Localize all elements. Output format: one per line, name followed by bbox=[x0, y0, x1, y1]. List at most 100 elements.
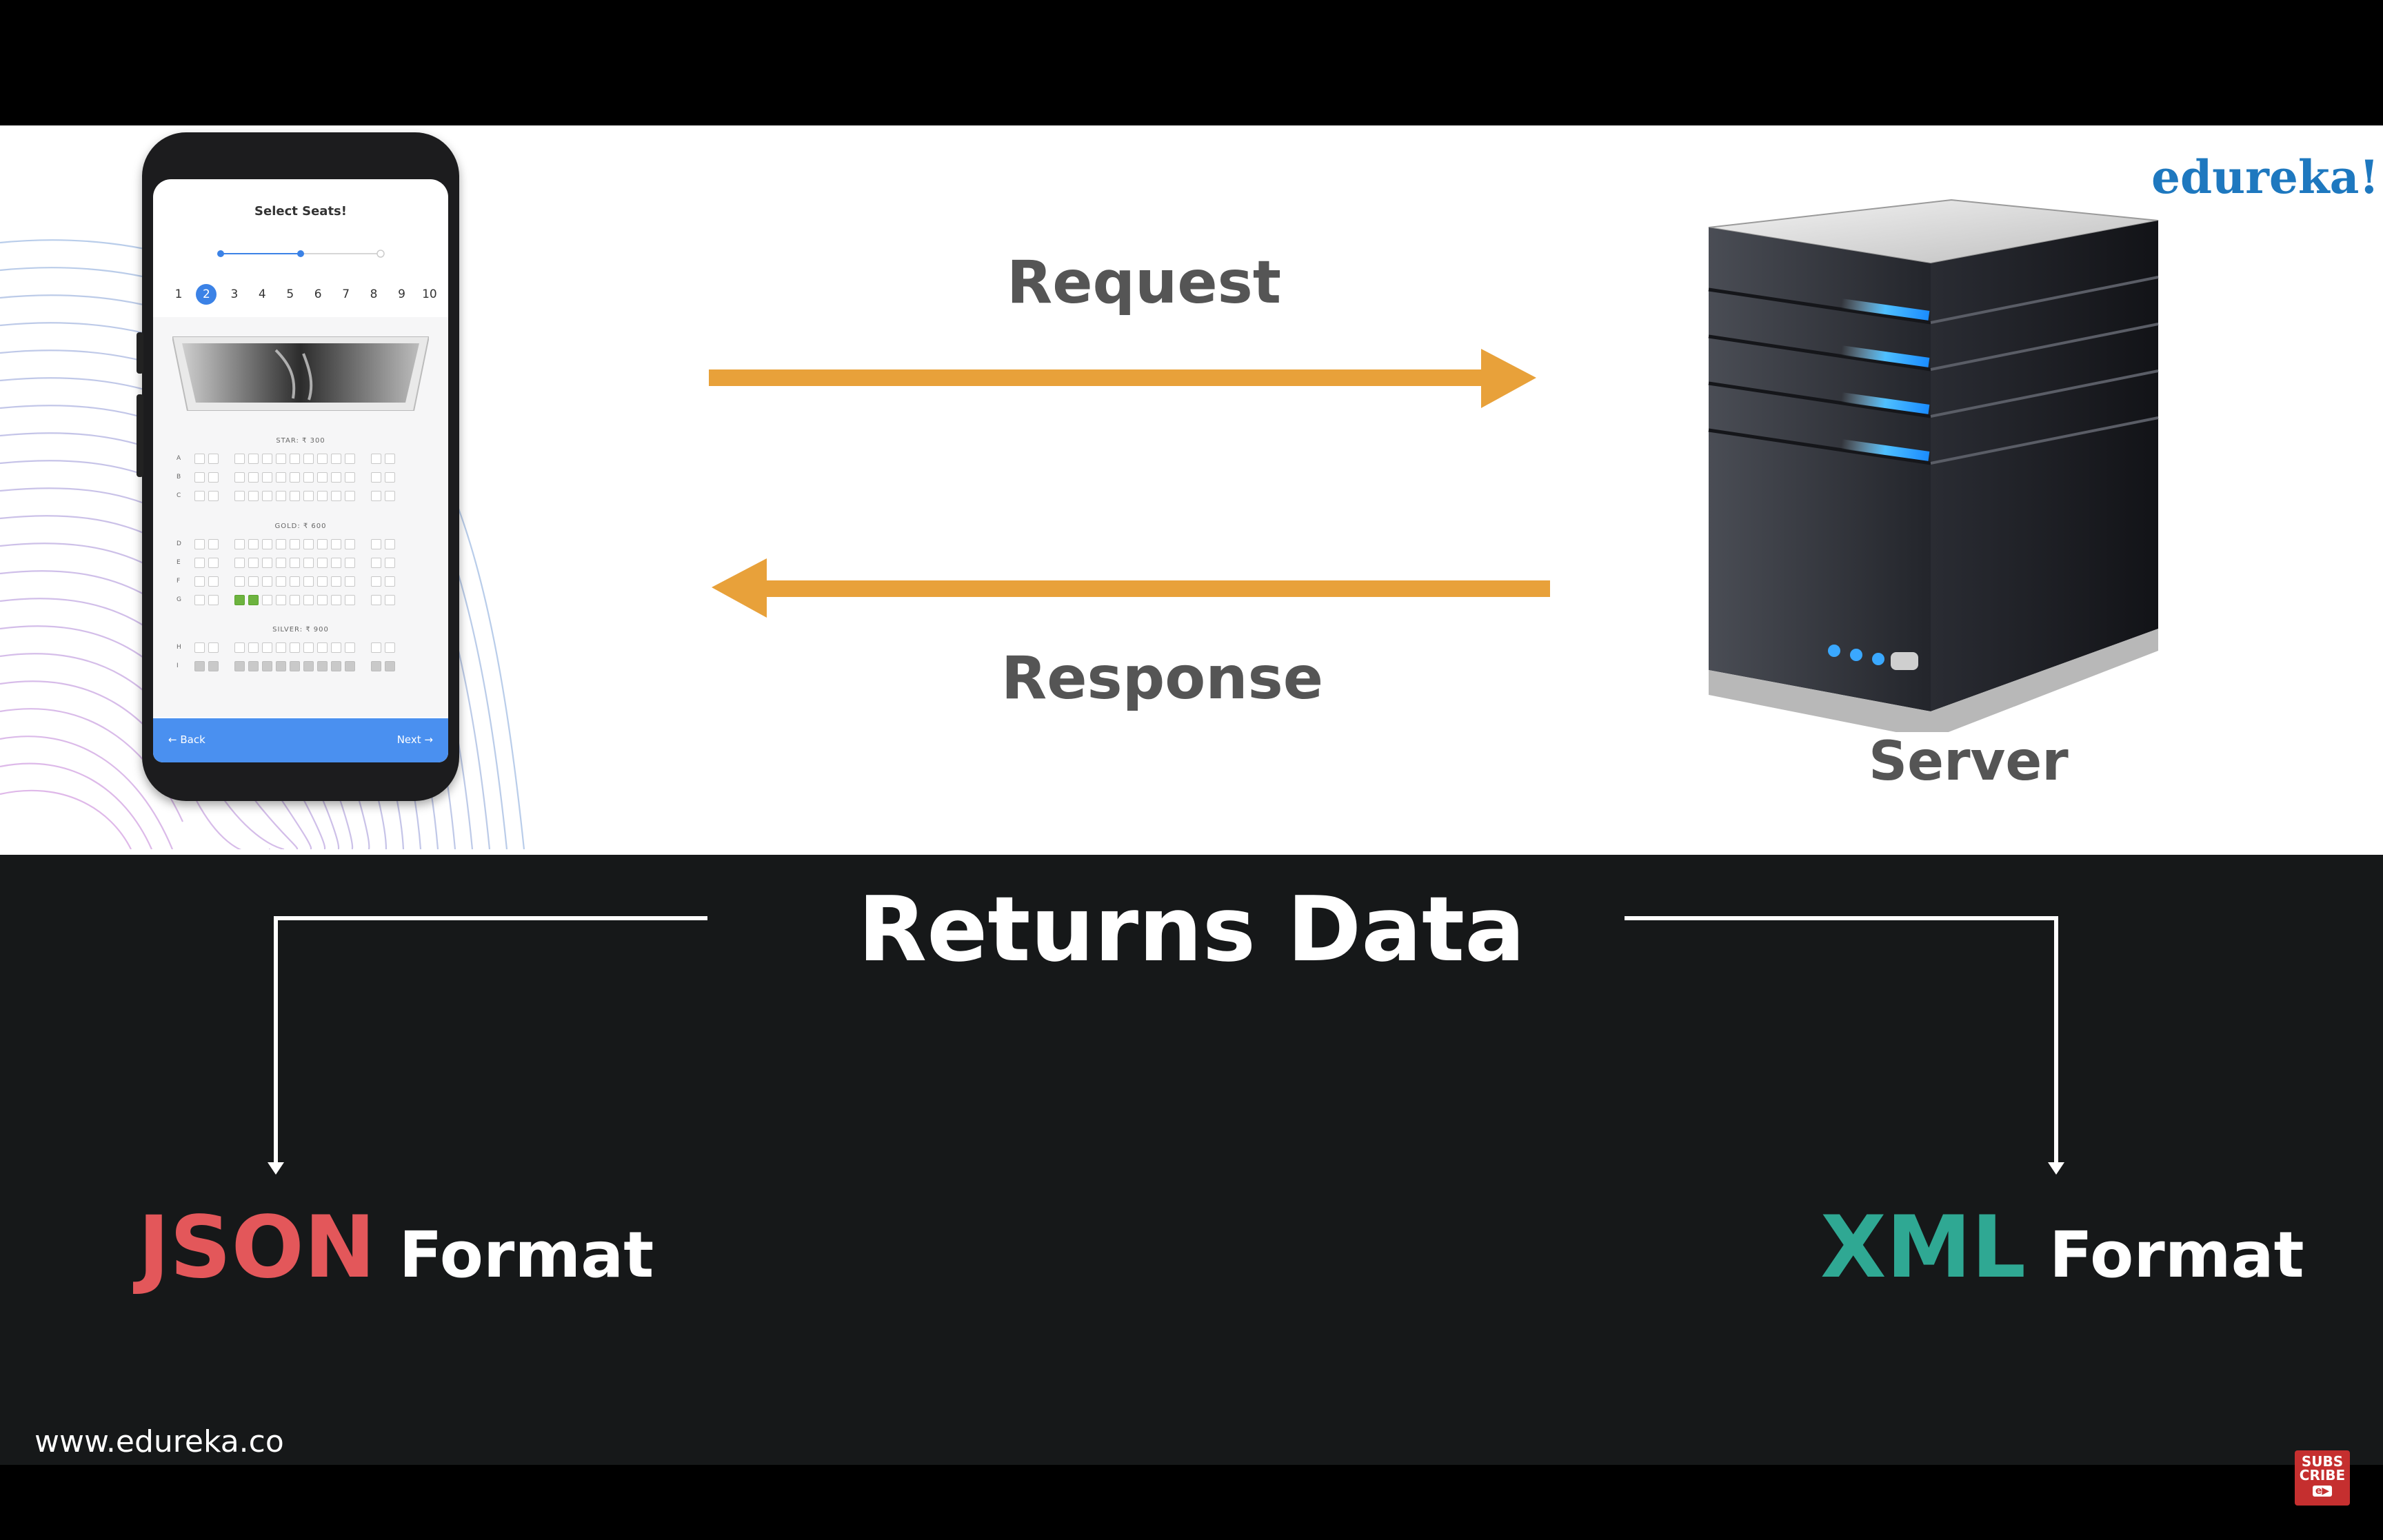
seat[interactable] bbox=[317, 539, 328, 549]
seat[interactable] bbox=[248, 472, 259, 483]
seat[interactable] bbox=[290, 558, 300, 568]
seat[interactable] bbox=[208, 595, 219, 605]
seat[interactable] bbox=[248, 539, 259, 549]
seat[interactable] bbox=[331, 642, 341, 653]
seat[interactable] bbox=[194, 661, 205, 671]
seat[interactable] bbox=[276, 558, 286, 568]
seat[interactable] bbox=[234, 472, 245, 483]
back-button[interactable]: ← Back bbox=[168, 733, 205, 746]
seat[interactable] bbox=[262, 642, 272, 653]
seat[interactable] bbox=[385, 539, 395, 549]
seat-count-option[interactable]: 9 bbox=[392, 284, 412, 305]
seat[interactable] bbox=[303, 576, 314, 587]
seat[interactable] bbox=[208, 472, 219, 483]
seat[interactable] bbox=[194, 491, 205, 501]
seat-count-option[interactable]: 5 bbox=[280, 284, 301, 305]
next-button[interactable]: Next → bbox=[397, 733, 433, 746]
seat[interactable] bbox=[208, 558, 219, 568]
seat[interactable] bbox=[248, 454, 259, 464]
seat[interactable] bbox=[317, 472, 328, 483]
seat[interactable] bbox=[234, 661, 245, 671]
seat-count-option[interactable]: 6 bbox=[308, 284, 328, 305]
seat[interactable] bbox=[234, 454, 245, 464]
seat[interactable] bbox=[345, 576, 355, 587]
seat[interactable] bbox=[208, 539, 219, 549]
seat[interactable] bbox=[345, 642, 355, 653]
seat[interactable] bbox=[262, 491, 272, 501]
seat[interactable] bbox=[303, 558, 314, 568]
seat[interactable] bbox=[194, 558, 205, 568]
seat[interactable] bbox=[208, 661, 219, 671]
seat[interactable] bbox=[194, 576, 205, 587]
seat[interactable] bbox=[276, 661, 286, 671]
seat[interactable] bbox=[331, 576, 341, 587]
seat[interactable] bbox=[303, 661, 314, 671]
seat[interactable] bbox=[317, 642, 328, 653]
seat-count-option[interactable]: 1 bbox=[168, 284, 189, 305]
seat[interactable] bbox=[385, 454, 395, 464]
seat[interactable] bbox=[345, 558, 355, 568]
seat[interactable] bbox=[234, 558, 245, 568]
seat[interactable] bbox=[276, 472, 286, 483]
seat[interactable] bbox=[385, 595, 395, 605]
seat[interactable] bbox=[290, 454, 300, 464]
seat[interactable] bbox=[317, 491, 328, 501]
seat[interactable] bbox=[317, 595, 328, 605]
seat[interactable] bbox=[331, 491, 341, 501]
seat-count-option[interactable]: 4 bbox=[252, 284, 272, 305]
seat[interactable] bbox=[276, 539, 286, 549]
seat[interactable] bbox=[262, 454, 272, 464]
seat[interactable] bbox=[208, 491, 219, 501]
seat[interactable] bbox=[194, 539, 205, 549]
seat[interactable] bbox=[303, 472, 314, 483]
seat[interactable] bbox=[345, 491, 355, 501]
seat[interactable] bbox=[234, 642, 245, 653]
seat[interactable] bbox=[208, 642, 219, 653]
seat[interactable] bbox=[317, 558, 328, 568]
seat[interactable] bbox=[248, 558, 259, 568]
seat[interactable] bbox=[385, 491, 395, 501]
seat[interactable] bbox=[208, 576, 219, 587]
seat[interactable] bbox=[345, 595, 355, 605]
seat[interactable] bbox=[194, 472, 205, 483]
seat[interactable] bbox=[345, 454, 355, 464]
seat[interactable] bbox=[371, 661, 381, 671]
seat[interactable] bbox=[385, 472, 395, 483]
seat[interactable] bbox=[262, 558, 272, 568]
seat[interactable] bbox=[371, 539, 381, 549]
seat[interactable] bbox=[248, 595, 259, 605]
seat[interactable] bbox=[345, 472, 355, 483]
seat[interactable] bbox=[234, 539, 245, 549]
seat[interactable] bbox=[331, 454, 341, 464]
seat[interactable] bbox=[385, 576, 395, 587]
seat[interactable] bbox=[234, 491, 245, 501]
seat[interactable] bbox=[248, 576, 259, 587]
seat[interactable] bbox=[290, 576, 300, 587]
seat[interactable] bbox=[331, 472, 341, 483]
seat[interactable] bbox=[262, 539, 272, 549]
seat[interactable] bbox=[371, 454, 381, 464]
seat[interactable] bbox=[371, 491, 381, 501]
seat[interactable] bbox=[194, 454, 205, 464]
seat[interactable] bbox=[331, 558, 341, 568]
seat[interactable] bbox=[385, 661, 395, 671]
seat[interactable] bbox=[276, 576, 286, 587]
seat[interactable] bbox=[276, 595, 286, 605]
seat[interactable] bbox=[262, 595, 272, 605]
seat[interactable] bbox=[303, 595, 314, 605]
seat[interactable] bbox=[371, 558, 381, 568]
seat[interactable] bbox=[385, 642, 395, 653]
seat[interactable] bbox=[262, 576, 272, 587]
seat-count-option[interactable]: 2 bbox=[196, 284, 217, 305]
seat[interactable] bbox=[262, 661, 272, 671]
seat[interactable] bbox=[345, 539, 355, 549]
seat-count-option[interactable]: 8 bbox=[363, 284, 384, 305]
seat-count-option[interactable]: 3 bbox=[224, 284, 245, 305]
seat[interactable] bbox=[276, 491, 286, 501]
seat[interactable] bbox=[290, 539, 300, 549]
seat[interactable] bbox=[234, 576, 245, 587]
seat[interactable] bbox=[248, 491, 259, 501]
seat[interactable] bbox=[385, 558, 395, 568]
seat[interactable] bbox=[303, 642, 314, 653]
seat-count-option[interactable]: 10 bbox=[419, 284, 440, 305]
